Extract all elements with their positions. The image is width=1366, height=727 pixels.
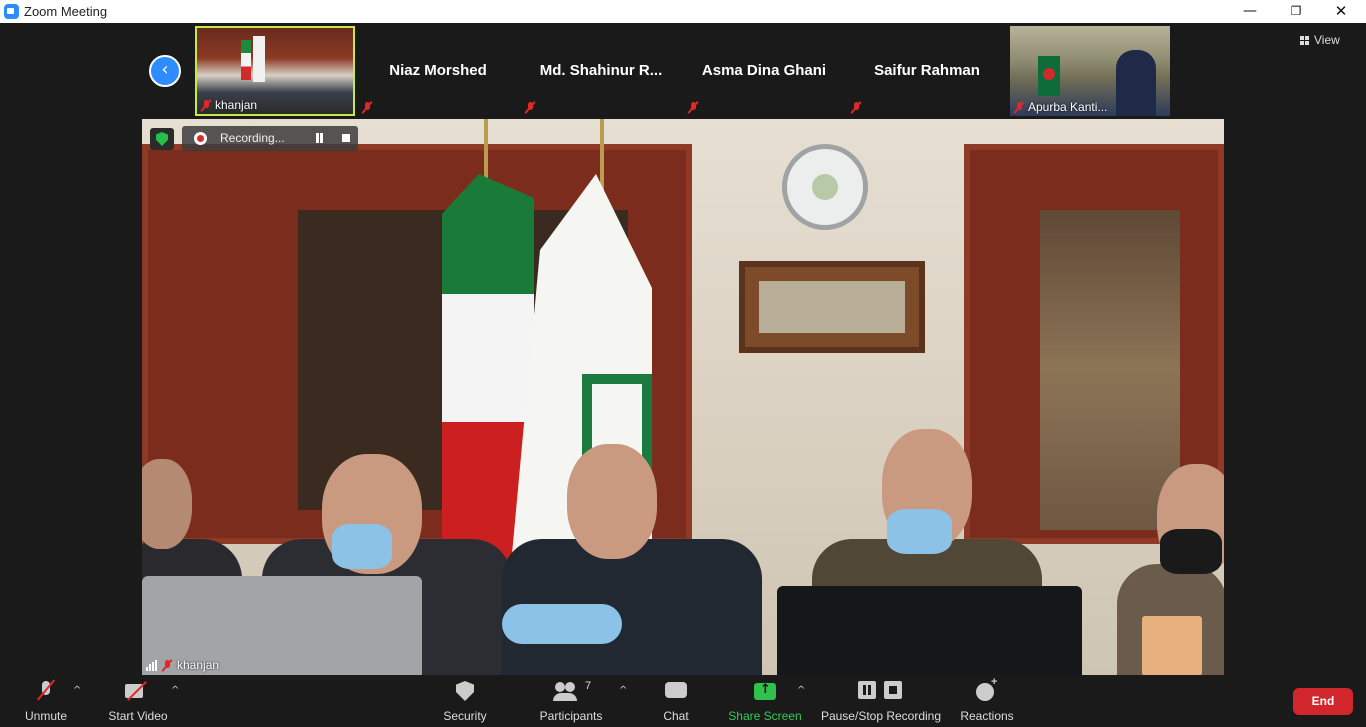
video-options-caret[interactable]: ^	[171, 685, 179, 696]
mic-muted-icon	[38, 679, 54, 705]
signal-strength-icon	[146, 659, 157, 671]
held-mask	[502, 604, 622, 644]
participant-tile-apurba-kanti[interactable]: Apurba Kanti...	[1010, 26, 1170, 116]
share-screen-button[interactable]: Share Screen	[725, 675, 805, 727]
recording-indicator: Recording...	[182, 126, 358, 151]
record-icon	[194, 132, 207, 145]
participant-tile-asma-dina-ghani[interactable]: Asma Dina Ghani	[684, 26, 844, 116]
encryption-shield-icon[interactable]	[150, 128, 174, 150]
participant-tile-saifur-rahman[interactable]: Saifur Rahman	[847, 26, 1007, 116]
start-video-button[interactable]: Start Video	[104, 675, 172, 727]
mic-muted-icon	[362, 101, 372, 114]
mic-muted-icon	[201, 99, 211, 112]
participants-icon: 7	[553, 679, 592, 705]
share-options-caret[interactable]: ^	[797, 685, 805, 696]
participant-name: khanjan	[215, 98, 258, 112]
pause-stop-icon	[858, 679, 904, 705]
pause-icon[interactable]	[314, 133, 324, 144]
grid-icon	[1300, 35, 1309, 45]
chat-label: Chat	[663, 709, 689, 723]
start-video-label: Start Video	[108, 709, 168, 723]
participant-name: Niaz Morshed	[389, 62, 487, 79]
meeting-toolbar: Unmute ^ Start Video ^ Security 7 Partic…	[0, 675, 1366, 727]
shield-icon	[456, 679, 474, 705]
unmute-label: Unmute	[24, 709, 68, 723]
emoji-add-icon	[976, 676, 998, 705]
mic-muted-icon	[851, 101, 861, 114]
stop-icon[interactable]	[342, 134, 350, 142]
maximize-button[interactable]: ❐	[1273, 0, 1319, 23]
security-button[interactable]: Security	[435, 675, 495, 727]
security-label: Security	[443, 709, 487, 723]
participant-name: Asma Dina Ghani	[701, 62, 827, 79]
participants-label: Participants	[539, 709, 603, 723]
tile-footer: khanjan	[201, 98, 257, 112]
recording-label: Recording...	[220, 131, 285, 145]
speaker-name-label: khanjan	[146, 658, 219, 672]
share-screen-label: Share Screen	[728, 709, 802, 723]
minimize-button[interactable]: —	[1227, 0, 1273, 23]
laptop	[777, 586, 1082, 675]
participant-name: Md. Shahinur R...	[539, 62, 663, 79]
speaker-name: khanjan	[177, 658, 220, 672]
participant-name: Saifur Rahman	[874, 62, 980, 79]
video-off-icon	[125, 679, 151, 705]
audio-options-caret[interactable]: ^	[73, 685, 81, 696]
mic-muted-icon	[525, 101, 535, 114]
meeting-stage: ‹ khanjan Niaz Morshed Md. Shahinur R...…	[0, 23, 1366, 675]
tile-footer	[688, 101, 698, 114]
unmute-button[interactable]: Unmute	[16, 675, 76, 727]
view-button-label: View	[1314, 33, 1340, 47]
reactions-button[interactable]: Reactions	[955, 675, 1019, 727]
participant-tile-khanjan[interactable]: khanjan	[195, 26, 355, 116]
title-bar: Zoom Meeting — ❐ ✕	[0, 0, 1366, 23]
tile-footer: Apurba Kanti...	[1014, 100, 1107, 114]
wall-clock	[782, 144, 868, 230]
end-meeting-button[interactable]: End	[1293, 688, 1353, 715]
recording-label: Pause/Stop Recording	[820, 709, 942, 723]
window-title: Zoom Meeting	[24, 4, 108, 19]
participants-options-caret[interactable]: ^	[619, 685, 627, 696]
wall-plaque	[739, 261, 925, 353]
active-speaker-video[interactable]: Recording... khanjan	[142, 119, 1224, 675]
participant-tile-md-shahinur[interactable]: Md. Shahinur R...	[521, 26, 681, 116]
mic-muted-icon	[688, 101, 698, 114]
chat-button[interactable]: Chat	[650, 675, 702, 727]
tile-footer	[362, 101, 372, 114]
mic-muted-icon	[162, 659, 172, 672]
tile-footer	[525, 101, 535, 114]
view-button[interactable]: View	[1300, 33, 1340, 47]
mic-muted-icon	[1014, 101, 1024, 114]
participants-button[interactable]: 7 Participants	[535, 675, 607, 727]
close-window-button[interactable]: ✕	[1318, 0, 1364, 23]
chat-bubble-icon	[665, 679, 687, 705]
reactions-label: Reactions	[960, 709, 1014, 723]
zoom-logo-icon	[4, 4, 19, 19]
share-screen-icon	[754, 679, 776, 705]
participants-count: 7	[585, 680, 592, 692]
participant-tile-niaz-morshed[interactable]: Niaz Morshed	[358, 26, 518, 116]
participant-name: Apurba Kanti...	[1028, 100, 1108, 114]
cup	[1142, 616, 1202, 675]
gallery-prev-button[interactable]: ‹	[149, 55, 181, 87]
pause-stop-recording-button[interactable]: Pause/Stop Recording	[815, 675, 947, 727]
tile-footer	[851, 101, 861, 114]
